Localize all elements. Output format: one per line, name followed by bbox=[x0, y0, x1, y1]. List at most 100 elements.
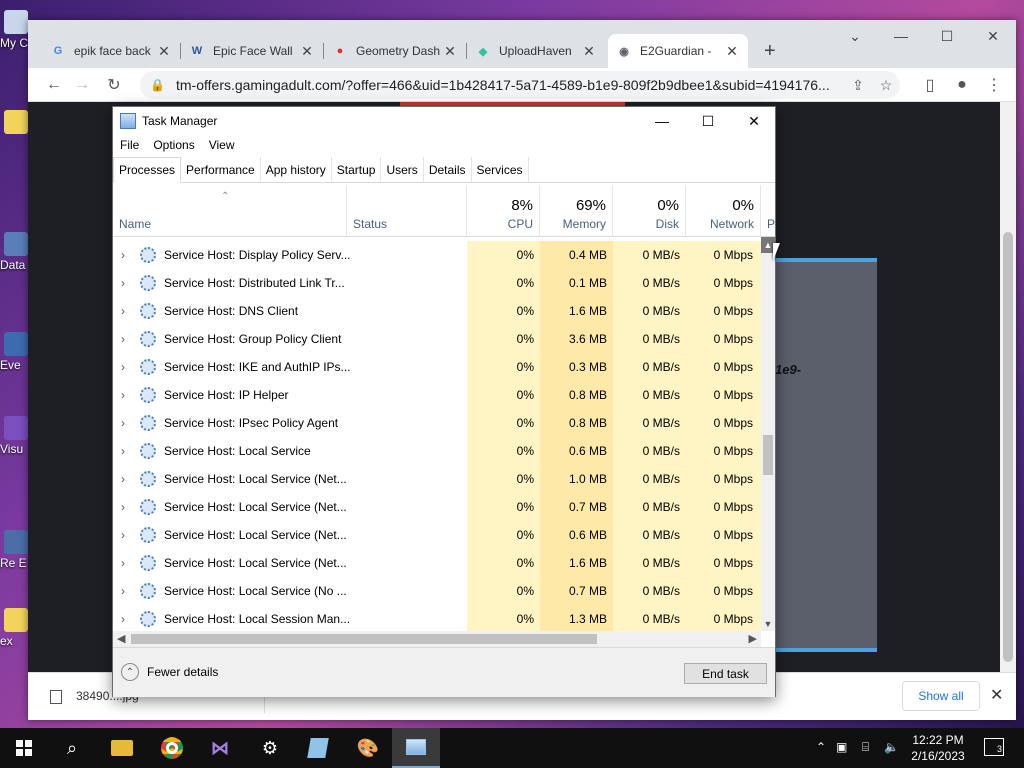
tab-search-icon[interactable]: ⌄ bbox=[832, 28, 878, 45]
process-row[interactable]: › Service Host: Local Service 0% 0.6 MB 0 MB… bbox=[113, 437, 761, 465]
expand-chevron-icon[interactable]: › bbox=[121, 528, 125, 542]
column-status[interactable]: Status bbox=[347, 185, 467, 237]
close-tab-icon[interactable]: ✕ bbox=[299, 43, 315, 60]
process-row[interactable]: › Service Host: IKE and AuthIP IPs... 0% 0.… bbox=[113, 353, 761, 381]
expand-chevron-icon[interactable]: › bbox=[121, 556, 125, 570]
process-row[interactable]: › Service Host: Distributed Link Tr... 0% 0… bbox=[113, 269, 761, 297]
column-name[interactable]: Name bbox=[113, 185, 347, 237]
notification-center-button[interactable]: 3 bbox=[984, 738, 1004, 756]
tray-overflow-chevron-icon[interactable]: ⌃ bbox=[816, 740, 826, 754]
search-button[interactable]: ⌕ bbox=[48, 728, 96, 768]
process-row[interactable]: › Service Host: Local Service (Net... 0% 0.… bbox=[113, 521, 761, 549]
share-icon[interactable]: ⇪ bbox=[844, 77, 872, 94]
lock-icon[interactable]: 🔒 bbox=[150, 78, 166, 92]
address-bar[interactable]: 🔒 tm-offers.gamingadult.com/?offer=466&u… bbox=[140, 71, 900, 99]
back-button[interactable]: ← bbox=[42, 73, 66, 97]
scrollbar-thumb[interactable] bbox=[763, 435, 773, 475]
maximize-button[interactable]: ☐ bbox=[924, 28, 970, 45]
desktop-icon-folder[interactable] bbox=[0, 110, 30, 136]
taskbar-clock[interactable]: 12:22 PM 2/16/2023 bbox=[906, 732, 970, 764]
page-scrollbar[interactable] bbox=[1000, 102, 1016, 672]
horizontal-scrollbar[interactable]: ◀ ▶ bbox=[113, 631, 761, 647]
scroll-left-arrow-icon[interactable]: ◀ bbox=[117, 632, 125, 645]
taskbar-paint[interactable]: 🎨 bbox=[344, 728, 392, 768]
taskbar-notepad[interactable] bbox=[294, 728, 342, 768]
url-text[interactable]: tm-offers.gamingadult.com/?offer=466&uid… bbox=[176, 77, 844, 93]
scroll-right-arrow-icon[interactable]: ▶ bbox=[749, 632, 757, 645]
process-row[interactable]: › Service Host: DNS Client 0% 1.6 MB 0 MB/s 0… bbox=[113, 297, 761, 325]
close-tab-icon[interactable]: ✕ bbox=[156, 43, 172, 60]
wifi-icon[interactable]: ⌸ bbox=[862, 740, 869, 755]
process-row[interactable]: › Service Host: IPsec Policy Agent 0% 0.8 M… bbox=[113, 409, 761, 437]
process-row[interactable]: › Service Host: Local Service (Net... 0% 0.… bbox=[113, 493, 761, 521]
process-row[interactable]: › Service Host: Local Session Man... 0% 1.3… bbox=[113, 605, 761, 631]
close-tab-icon[interactable]: ✕ bbox=[581, 43, 597, 60]
process-row[interactable]: › Service Host: IP Helper 0% 0.8 MB 0 MB/s 0 … bbox=[113, 381, 761, 409]
tab-epik-face[interactable]: G epik face back ✕ bbox=[42, 34, 180, 68]
taskbar-visual-studio[interactable]: ⋈ bbox=[196, 728, 244, 768]
show-all-button[interactable]: Show all bbox=[902, 681, 980, 711]
close-window-button[interactable]: ✕ bbox=[970, 28, 1016, 45]
tab-epic-face-wall[interactable]: W Epic Face Wall ✕ bbox=[181, 34, 323, 68]
close-tab-icon[interactable]: ✕ bbox=[724, 43, 740, 60]
expand-chevron-icon[interactable]: › bbox=[121, 388, 125, 402]
minimize-button[interactable]: — bbox=[639, 107, 685, 135]
tab-app-history[interactable]: App history bbox=[261, 157, 332, 183]
expand-chevron-icon[interactable]: › bbox=[121, 612, 125, 626]
expand-chevron-icon[interactable]: › bbox=[121, 584, 125, 598]
fewer-details-button[interactable]: ⌃ Fewer details bbox=[121, 663, 218, 681]
scrollbar-thumb[interactable] bbox=[131, 634, 597, 644]
scroll-down-arrow-icon[interactable]: ▼ bbox=[761, 617, 775, 631]
reload-button[interactable]: ↻ bbox=[102, 73, 126, 97]
volume-icon[interactable]: 🔈 bbox=[884, 740, 899, 754]
forward-button[interactable]: → bbox=[70, 73, 94, 97]
expand-chevron-icon[interactable]: › bbox=[121, 500, 125, 514]
desktop-icon-eve[interactable]: Eve bbox=[0, 332, 30, 372]
close-tab-icon[interactable]: ✕ bbox=[442, 43, 458, 60]
tab-services[interactable]: Services bbox=[472, 157, 529, 183]
desktop-icon-my-computer[interactable]: My C bbox=[0, 10, 30, 50]
expand-chevron-icon[interactable]: › bbox=[121, 444, 125, 458]
process-row[interactable]: › Service Host: Display Policy Serv... 0% 0… bbox=[113, 241, 761, 269]
expand-chevron-icon[interactable]: › bbox=[121, 332, 125, 346]
close-download-shelf-icon[interactable]: ✕ bbox=[990, 685, 1003, 705]
side-panel-icon[interactable]: ▯ bbox=[918, 73, 942, 97]
taskbar-task-manager[interactable] bbox=[392, 728, 440, 768]
tab-startup[interactable]: Startup bbox=[332, 157, 382, 183]
task-manager-titlebar[interactable]: Task Manager — ☐ ✕ bbox=[113, 107, 775, 135]
start-button[interactable] bbox=[0, 728, 48, 768]
bookmark-star-icon[interactable]: ☆ bbox=[872, 77, 900, 94]
page-scrollbar-thumb[interactable] bbox=[1003, 232, 1013, 662]
profile-avatar[interactable]: ● bbox=[950, 73, 974, 97]
process-list-scrollbar[interactable]: ▲ ▼ bbox=[761, 237, 775, 631]
expand-chevron-icon[interactable]: › bbox=[121, 276, 125, 290]
taskbar-settings[interactable]: ⚙ bbox=[246, 728, 294, 768]
process-row[interactable]: › Service Host: Local Service (Net... 0% 1.… bbox=[113, 549, 761, 577]
network-icon[interactable]: ▣ bbox=[836, 740, 847, 754]
minimize-button[interactable]: — bbox=[878, 28, 924, 44]
process-row[interactable]: › Service Host: Local Service (Net... 0% 1.… bbox=[113, 465, 761, 493]
column-disk[interactable]: 0% Disk bbox=[613, 185, 686, 237]
column-memory[interactable]: 69% Memory bbox=[540, 185, 613, 237]
menu-options[interactable]: Options bbox=[146, 138, 201, 152]
expand-chevron-icon[interactable]: › bbox=[121, 360, 125, 374]
tab-processes[interactable]: Processes bbox=[113, 157, 182, 183]
close-button[interactable]: ✕ bbox=[731, 107, 777, 135]
expand-chevron-icon[interactable]: › bbox=[121, 248, 125, 262]
desktop-icon-recycle[interactable]: Re E bbox=[0, 530, 30, 570]
end-task-button[interactable]: End task bbox=[684, 663, 767, 684]
tab-performance[interactable]: Performance bbox=[181, 157, 261, 183]
column-network[interactable]: 0% Network bbox=[686, 185, 761, 237]
taskbar-file-explorer[interactable] bbox=[98, 728, 146, 768]
menu-file[interactable]: File bbox=[113, 138, 146, 152]
column-power[interactable]: P bbox=[761, 185, 775, 237]
tab-e2guardian[interactable]: ◉ E2Guardian - ✕ bbox=[608, 34, 748, 68]
menu-view[interactable]: View bbox=[202, 138, 242, 152]
taskbar-chrome[interactable] bbox=[148, 728, 196, 768]
menu-kebab-icon[interactable]: ⋮ bbox=[982, 73, 1006, 97]
tab-geometry-dash[interactable]: ● Geometry Dash ✕ bbox=[324, 34, 466, 68]
tab-uploadhaven[interactable]: ◆ UploadHaven ✕ bbox=[467, 34, 605, 68]
process-row[interactable]: › Service Host: Local Service (No ... 0% 0.… bbox=[113, 577, 761, 605]
expand-chevron-icon[interactable]: › bbox=[121, 472, 125, 486]
desktop-icon-ex[interactable]: ex bbox=[0, 608, 30, 648]
